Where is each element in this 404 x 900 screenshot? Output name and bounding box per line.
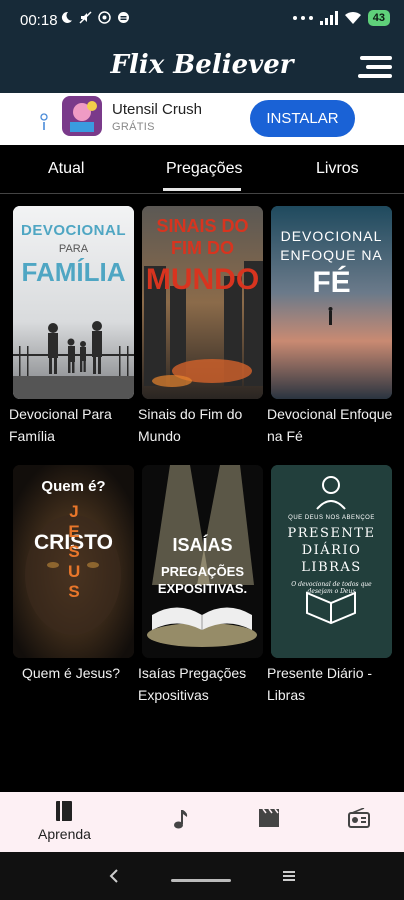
nav-item-radio[interactable] bbox=[348, 808, 370, 828]
ad-app-name: Utensil Crush bbox=[112, 101, 203, 118]
book-icon bbox=[56, 801, 73, 821]
dots-icon bbox=[292, 16, 313, 20]
moon-icon bbox=[61, 11, 72, 23]
radio-icon bbox=[348, 808, 370, 828]
book-cover-quem-e-jesus[interactable]: Quem é? CRISTO JESUS bbox=[13, 465, 134, 658]
notification-icon bbox=[98, 11, 111, 24]
app-notification-icon bbox=[118, 12, 129, 23]
nav-item-label: Aprenda bbox=[38, 826, 91, 842]
bottom-navigation: Aprenda bbox=[0, 792, 404, 852]
home-handle[interactable] bbox=[171, 879, 231, 882]
book-title-quem-e-jesus[interactable]: Quem é Jesus? bbox=[22, 662, 148, 684]
ad-store-label: GRÁTIS bbox=[112, 121, 155, 133]
ad-app-icon[interactable] bbox=[62, 96, 102, 136]
tab-atual[interactable]: Atual bbox=[48, 160, 84, 178]
book-cover-text: DEVOCIONAL ENFOQUE NA FÉ bbox=[280, 228, 383, 299]
music-note-icon bbox=[174, 810, 188, 829]
book-cover-devocional-familia[interactable]: DEVOCIONAL PARA FAMÍLIA bbox=[13, 206, 134, 399]
menu-icon[interactable] bbox=[356, 53, 394, 81]
nav-item-aprenda[interactable]: Aprenda bbox=[38, 800, 91, 842]
battery-indicator: 43 bbox=[367, 10, 390, 26]
book-cover-text: DEVOCIONAL PARA FAMÍLIA bbox=[20, 222, 126, 287]
book-cover-text: SINAIS DO FIM DO MUNDO bbox=[145, 216, 260, 296]
tab-livros[interactable]: Livros bbox=[316, 160, 359, 178]
book-cover-presente-diario-libras[interactable]: QUE DEUS NOS ABENÇOE PRESENTE DIÁRIO LIB… bbox=[271, 465, 392, 658]
active-tab-indicator bbox=[163, 188, 241, 191]
clapperboard-icon bbox=[259, 808, 279, 827]
status-bar: 00:18 43 bbox=[0, 0, 404, 40]
tab-bar: Atual Pregações Livros bbox=[0, 145, 404, 194]
book-cover-isaias-pregacoes[interactable]: ISAÍAS PREGAÇÕES EXPOSITIVAS. bbox=[142, 465, 263, 658]
book-cover-text: ISAÍAS PREGAÇÕES EXPOSITIVAS. bbox=[157, 535, 248, 596]
system-navigation-bar bbox=[0, 852, 404, 900]
book-cover-sinais-fim-mundo[interactable]: SINAIS DO FIM DO MUNDO bbox=[142, 206, 263, 399]
ad-info-icon[interactable] bbox=[38, 113, 50, 133]
ad-banner[interactable]: Utensil Crush GRÁTIS INSTALAR bbox=[0, 93, 404, 145]
nav-item-videos[interactable] bbox=[258, 808, 280, 828]
recents-icon[interactable] bbox=[282, 869, 296, 883]
book-title-devocional-familia[interactable]: Devocional Para Família bbox=[9, 403, 135, 447]
book-title-devocional-enfoque-fe[interactable]: Devocional Enfoque na Fé bbox=[267, 403, 393, 447]
tab-pregacoes[interactable]: Pregações bbox=[166, 160, 243, 178]
book-cover-devocional-enfoque-fe[interactable]: DEVOCIONAL ENFOQUE NA FÉ bbox=[271, 206, 392, 399]
book-cover-text: Quem é? CRISTO JESUS bbox=[34, 478, 113, 601]
app-title: Flix Believer bbox=[110, 50, 294, 80]
nav-item-music[interactable] bbox=[171, 808, 189, 830]
book-title-sinais-fim-mundo[interactable]: Sinais do Fim do Mundo bbox=[138, 403, 264, 447]
status-time: 00:18 bbox=[20, 12, 58, 29]
book-title-isaias-pregacoes[interactable]: Isaías Pregações Expositivas bbox=[138, 662, 264, 706]
app-bar: Flix Believer bbox=[0, 40, 404, 93]
install-button[interactable]: INSTALAR bbox=[250, 100, 355, 137]
back-icon[interactable] bbox=[108, 868, 120, 884]
wifi-icon bbox=[344, 11, 361, 24]
mute-icon bbox=[79, 11, 92, 24]
book-cover-text: QUE DEUS NOS ABENÇOE PRESENTE DIÁRIO LIB… bbox=[287, 515, 376, 595]
book-title-presente-diario-libras[interactable]: Presente Diário - Libras bbox=[267, 662, 393, 706]
signal-icon bbox=[319, 11, 338, 25]
